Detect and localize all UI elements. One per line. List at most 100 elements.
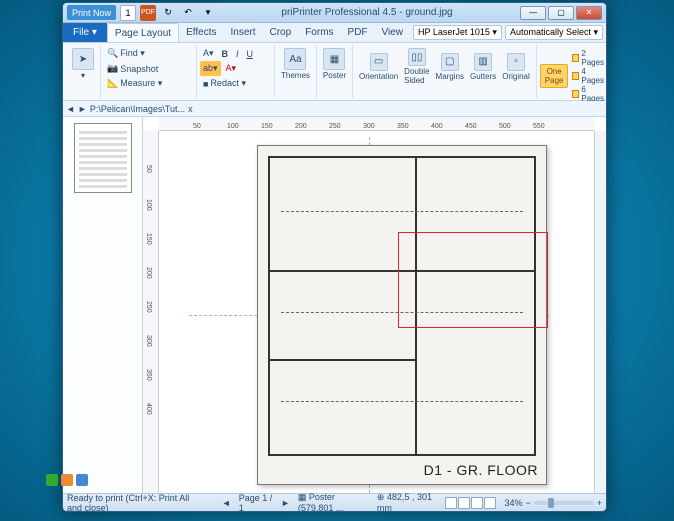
view-mode-icons <box>445 497 496 509</box>
double-sided-button[interactable]: ▯▯Double Sided <box>401 46 432 87</box>
printer-area: HP LaserJet 1015 ▾ Automatically Select … <box>410 23 606 42</box>
highlight-button[interactable]: ab▾ <box>200 61 221 76</box>
tray-select[interactable]: Automatically Select ▾ <box>505 25 603 40</box>
status-size: ⊕ 482,5 , 301 mm <box>377 492 438 512</box>
page-thumbnail[interactable] <box>74 123 132 193</box>
view-mode-1[interactable] <box>445 497 457 509</box>
themes-group: AaThemes <box>275 45 317 98</box>
original-icon: ▫ <box>507 53 525 71</box>
vertical-scrollbar[interactable] <box>594 131 606 493</box>
canvas-area: 50 100 150 200 250 300 350 400 450 500 5… <box>143 117 606 493</box>
maximize-button[interactable]: ▢ <box>548 6 574 20</box>
titlebar: Print Now 1 PDF ↻ ↶ ▾ priPrinter Profess… <box>63 3 606 23</box>
refresh-icon[interactable]: ↻ <box>160 5 176 21</box>
qat-more-icon[interactable]: ▾ <box>200 5 216 21</box>
file-path[interactable]: P:\Pelican\Images\Tut... <box>90 104 185 114</box>
underline-button[interactable]: U <box>244 46 257 61</box>
status-bar: Ready to print (Ctrl+X: Print All and cl… <box>63 493 606 511</box>
orientation-button[interactable]: ▭Orientation <box>356 46 401 87</box>
double-sided-icon: ▯▯ <box>408 48 426 66</box>
original-button[interactable]: ▫Original <box>499 46 533 87</box>
one-page-button[interactable]: OnePage <box>540 64 569 88</box>
poster-page: D1 - GR. FLOOR <box>189 137 549 493</box>
selection-rectangle[interactable] <box>398 232 548 328</box>
document-sheet[interactable]: D1 - GR. FLOOR <box>257 145 547 485</box>
close-doc-icon[interactable]: x <box>188 104 193 114</box>
tab-effects[interactable]: Effects <box>179 23 223 42</box>
gadget-orange-icon[interactable] <box>61 474 73 486</box>
poster-group: ▦Poster <box>317 45 353 98</box>
print-now-button[interactable]: Print Now <box>67 5 116 20</box>
menubar: File ▾ Page Layout Effects Insert Crop F… <box>63 23 606 43</box>
status-page: Page 1 / 1 <box>239 493 273 513</box>
zoom-slider[interactable] <box>534 501 594 505</box>
six-pages-button[interactable]: 6 Pages <box>572 85 605 103</box>
poster-icon: ▦ <box>323 48 345 70</box>
status-nav-left[interactable]: ◄ <box>222 498 231 508</box>
font-dropdown[interactable]: A▾ <box>200 46 217 61</box>
tab-forms[interactable]: Forms <box>298 23 340 42</box>
pages-list: 2 Pages 4 Pages 6 Pages <box>570 49 607 103</box>
view-mode-3[interactable] <box>471 497 483 509</box>
zoom-out-icon[interactable]: − <box>525 498 530 508</box>
close-button[interactable]: ✕ <box>576 6 602 20</box>
tab-pdf[interactable]: PDF <box>341 23 375 42</box>
thumbnail-panel <box>63 117 143 493</box>
status-ready: Ready to print (Ctrl+X: Print All and cl… <box>67 493 206 513</box>
cursor-tool[interactable]: ➤ ▾ <box>69 46 97 82</box>
canvas[interactable]: D1 - GR. FLOOR <box>159 131 594 493</box>
two-pages-button[interactable]: 2 Pages <box>572 49 605 67</box>
zoom-in-icon[interactable]: + <box>597 498 602 508</box>
window-title: priPrinter Professional 4.5 - ground.jpg <box>220 7 514 18</box>
page-number-box[interactable]: 1 <box>120 5 136 21</box>
themes-icon: Aa <box>284 48 306 70</box>
orientation-icon: ▭ <box>370 53 388 71</box>
tab-view[interactable]: View <box>375 23 411 42</box>
nav-right-icon[interactable]: ► <box>78 104 87 114</box>
gadget-blue-icon[interactable] <box>76 474 88 486</box>
plan-title: D1 - GR. FLOOR <box>424 462 538 478</box>
snapshot-button[interactable]: 📷 Snapshot <box>104 61 161 76</box>
tab-insert[interactable]: Insert <box>223 23 262 42</box>
four-pages-button[interactable]: 4 Pages <box>572 67 605 85</box>
window-controls: — ▢ ✕ <box>518 6 602 20</box>
file-menu[interactable]: File ▾ <box>63 23 107 42</box>
nav-left-icon[interactable]: ◄ <box>66 104 75 114</box>
ruler-vertical: 50 100 150 200 250 300 350 400 <box>143 131 159 493</box>
measure-button[interactable]: 📐 Measure ▾ <box>104 76 165 91</box>
font-color-button[interactable]: A▾ <box>223 61 240 76</box>
margins-icon: ▢ <box>441 53 459 71</box>
themes-button[interactable]: AaThemes <box>278 46 313 82</box>
minimize-button[interactable]: — <box>520 6 546 20</box>
poster-button[interactable]: ▦Poster <box>320 46 349 82</box>
cursor-icon: ➤ <box>72 48 94 70</box>
content-area: 50 100 150 200 250 300 350 400 450 500 5… <box>63 117 606 493</box>
gutters-button[interactable]: ▥Gutters <box>467 46 499 87</box>
pdf-icon[interactable]: PDF <box>140 5 156 21</box>
cursor-group: ➤ ▾ <box>66 45 101 98</box>
italic-button[interactable]: I <box>233 46 242 61</box>
view-mode-4[interactable] <box>484 497 496 509</box>
format-group: A▾ B I U ab▾ A▾ ■ Redact ▾ <box>197 45 275 98</box>
undo-icon[interactable]: ↶ <box>180 5 196 21</box>
page-setup-group: ▭Orientation ▯▯Double Sided ▢Margins ▥Gu… <box>353 45 537 98</box>
status-nav-right[interactable]: ► <box>281 498 290 508</box>
margins-button[interactable]: ▢Margins <box>433 46 467 87</box>
ribbon: ➤ ▾ 🔍 Find ▾ 📷 Snapshot 📐 Measure ▾ A▾ B… <box>63 43 606 101</box>
find-group: 🔍 Find ▾ 📷 Snapshot 📐 Measure ▾ <box>101 45 197 98</box>
bold-button[interactable]: B <box>219 46 232 61</box>
redact-button[interactable]: ■ Redact ▾ <box>200 76 249 91</box>
app-window: Print Now 1 PDF ↻ ↶ ▾ priPrinter Profess… <box>62 2 607 512</box>
tab-page-layout[interactable]: Page Layout <box>107 23 179 42</box>
printer-select[interactable]: HP LaserJet 1015 ▾ <box>413 25 502 40</box>
gutters-icon: ▥ <box>474 53 492 71</box>
find-button[interactable]: 🔍 Find ▾ <box>104 46 148 61</box>
zoom-value[interactable]: 34% <box>504 498 522 508</box>
gadget-green-icon[interactable] <box>46 474 58 486</box>
nup-group: OnePage 2 Pages 4 Pages 6 Pages ▦8 pages… <box>537 45 607 98</box>
address-bar: ◄ ► P:\Pelican\Images\Tut... x <box>63 101 606 117</box>
desktop-gadgets <box>46 474 88 486</box>
tab-crop[interactable]: Crop <box>263 23 299 42</box>
view-mode-2[interactable] <box>458 497 470 509</box>
status-poster: ▦ Poster (579,801 ... <box>298 492 369 512</box>
